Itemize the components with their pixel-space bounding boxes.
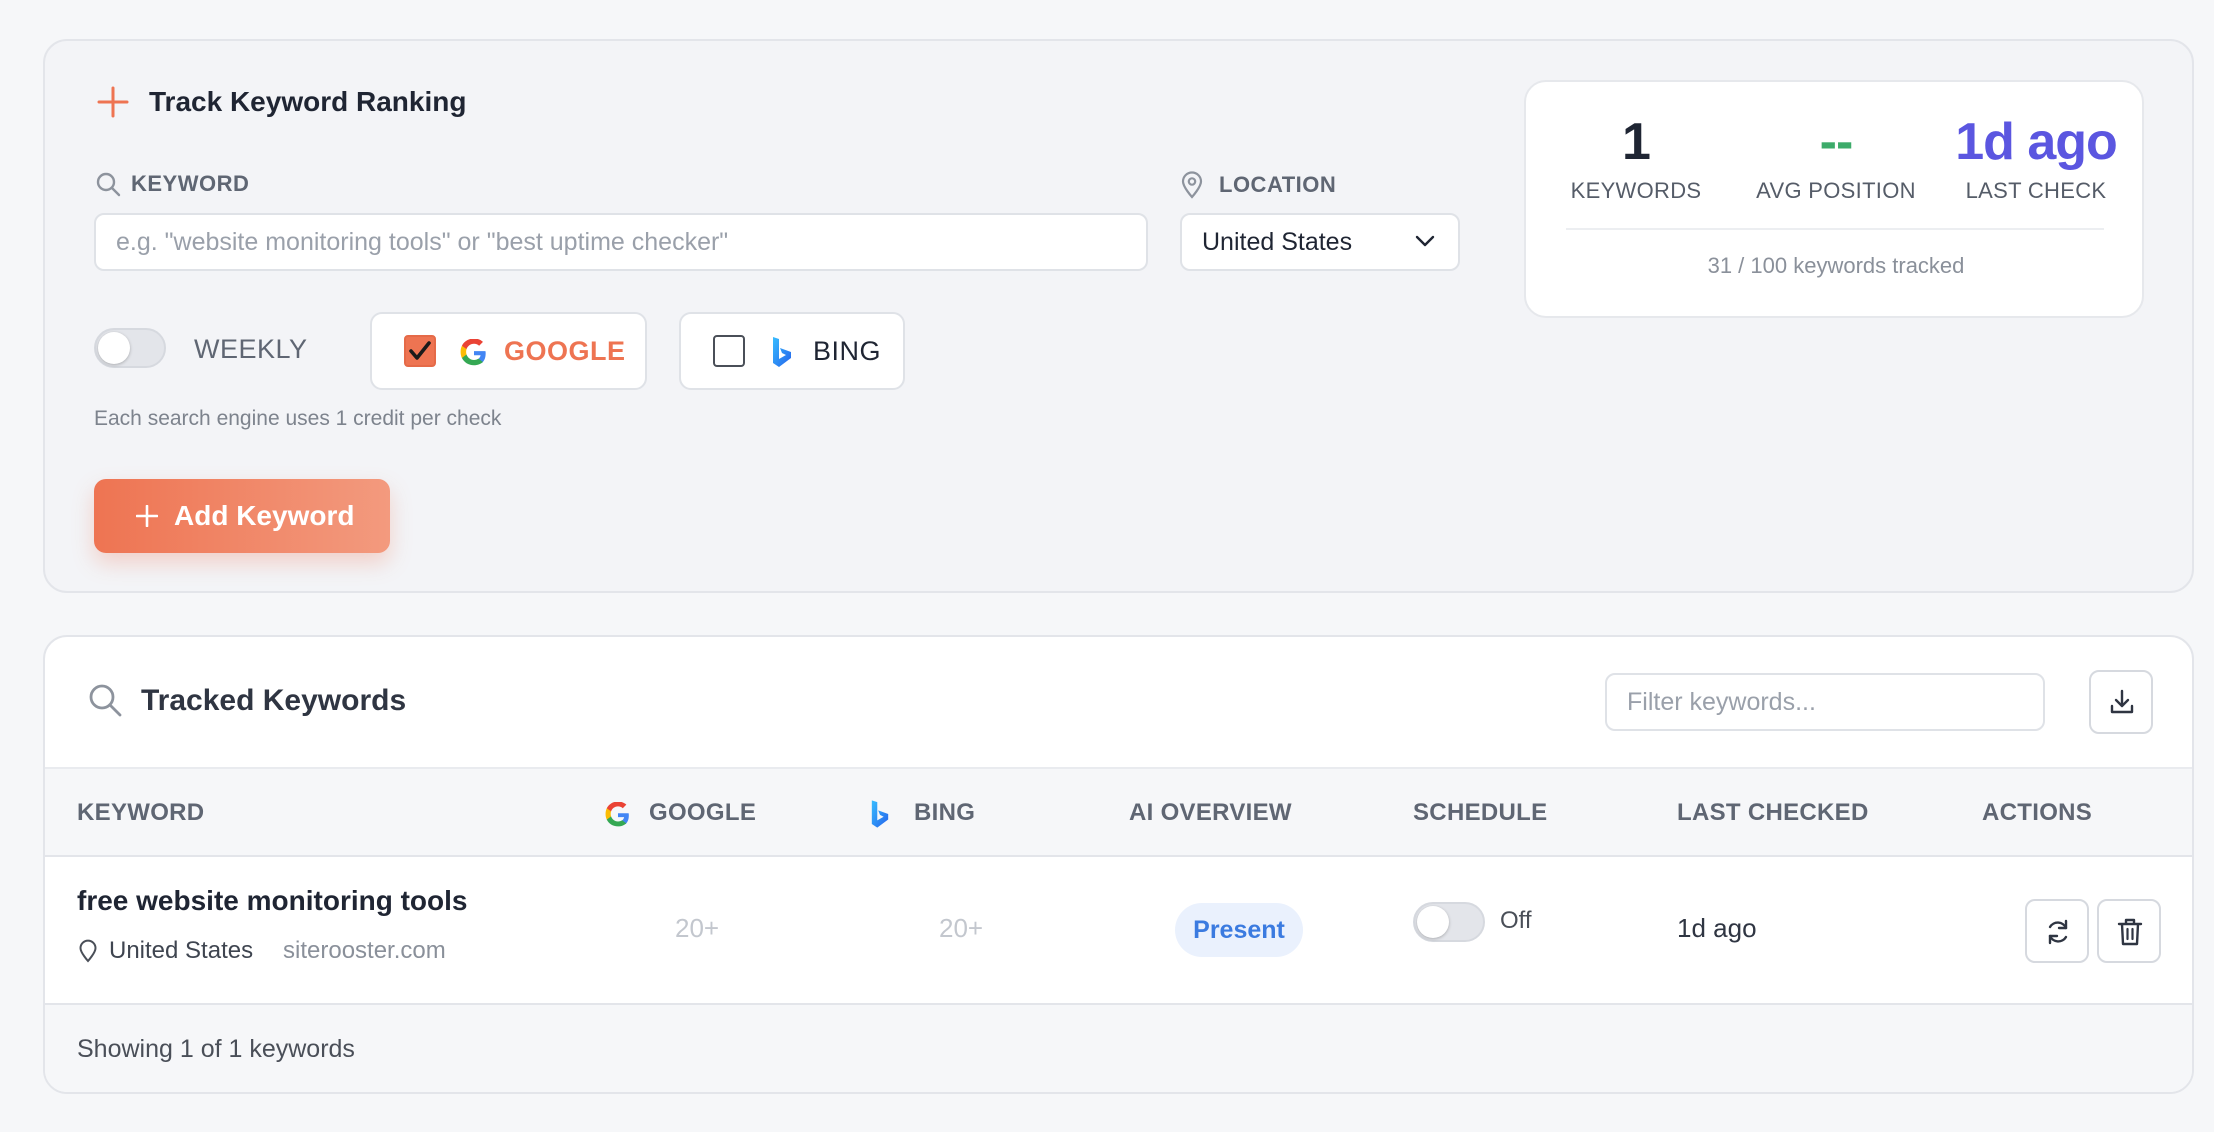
keyword-label: KEYWORD — [131, 171, 250, 196]
table-row: free website monitoring tools United Sta… — [45, 857, 2192, 1005]
avg-position-value: -- — [1819, 113, 1854, 171]
last-check-value: 1d ago — [1955, 113, 2118, 171]
schedule-status: Off — [1500, 907, 1532, 934]
credit-note: Each search engine uses 1 credit per che… — [94, 407, 502, 430]
bing-icon — [871, 800, 889, 828]
keywords-tracked: 31 / 100 keywords tracked — [1707, 253, 1965, 278]
bing-checkbox[interactable] — [713, 335, 745, 367]
track-keyword-card: Track Keyword Ranking KEYWORD e.g. "webs… — [43, 39, 2194, 593]
google-checkbox[interactable] — [404, 335, 436, 367]
weekly-label: WEEKLY — [194, 334, 308, 364]
avg-position-label: AVG POSITION — [1756, 178, 1916, 203]
row-keyword: free website monitoring tools — [77, 885, 468, 916]
download-button[interactable] — [2089, 670, 2153, 734]
search-icon — [96, 172, 121, 197]
bing-label: BING — [813, 336, 882, 366]
column-keyword: KEYWORD — [77, 799, 205, 826]
refresh-button[interactable] — [2025, 899, 2089, 963]
bing-icon — [773, 337, 791, 367]
bing-engine-option[interactable]: BING — [679, 312, 905, 390]
stats-divider — [1566, 228, 2104, 230]
location-pin-icon — [79, 939, 97, 963]
google-icon — [605, 802, 629, 827]
row-google-rank: 20+ — [675, 913, 720, 943]
keywords-count: 1 — [1622, 113, 1651, 171]
column-schedule: SCHEDULE — [1413, 799, 1548, 826]
weekly-toggle[interactable] — [94, 328, 166, 368]
refresh-icon — [2048, 919, 2068, 945]
table-footer: Showing 1 of 1 keywords — [45, 1005, 2192, 1092]
plus-icon — [97, 86, 129, 118]
location-label: LOCATION — [1219, 172, 1337, 197]
trash-icon — [2117, 918, 2143, 946]
checkmark-icon — [409, 341, 431, 360]
filter-keywords-input[interactable]: Filter keywords... — [1605, 673, 2045, 731]
search-icon — [89, 684, 122, 717]
row-location: United States — [109, 937, 254, 964]
tracked-keywords-title: Tracked Keywords — [141, 684, 407, 717]
google-engine-option[interactable]: GOOGLE — [370, 312, 647, 390]
last-check-label: LAST CHECK — [1965, 178, 2107, 203]
location-select-value: United States — [1202, 228, 1353, 256]
column-google: GOOGLE — [649, 799, 757, 826]
chevron-down-icon — [1415, 235, 1435, 247]
google-label: GOOGLE — [504, 336, 626, 366]
column-actions: ACTIONS — [1982, 799, 2093, 826]
schedule-toggle-knob — [1417, 906, 1449, 938]
showing-count: Showing 1 of 1 keywords — [77, 1035, 355, 1063]
row-last-checked: 1d ago — [1677, 913, 1757, 943]
add-keyword-button[interactable]: Add Keyword — [94, 479, 390, 553]
weekly-toggle-knob — [98, 332, 130, 364]
download-icon — [2110, 689, 2134, 714]
table-header: KEYWORD GOOGLE BING AI OVERVIEW SCHEDULE… — [45, 767, 2192, 857]
tracked-keywords-card: Tracked Keywords Filter keywords... KEYW… — [43, 635, 2194, 1094]
add-keyword-label: Add Keyword — [174, 500, 355, 531]
keyword-input[interactable]: e.g. "website monitoring tools" or "best… — [94, 213, 1148, 271]
google-icon — [460, 339, 486, 366]
column-bing: BING — [914, 799, 976, 826]
location-pin-icon — [1181, 171, 1203, 199]
keywords-label: KEYWORDS — [1570, 178, 1702, 203]
location-select[interactable]: United States — [1180, 213, 1460, 271]
row-domain: siterooster.com — [283, 937, 446, 964]
plus-icon — [136, 505, 158, 527]
ai-overview-badge: Present — [1175, 903, 1303, 957]
track-title: Track Keyword Ranking — [149, 86, 467, 117]
column-last-checked: LAST CHECKED — [1677, 799, 1869, 826]
row-bing-rank: 20+ — [939, 913, 984, 943]
schedule-toggle[interactable] — [1413, 902, 1485, 942]
delete-button[interactable] — [2097, 899, 2161, 963]
stats-card: 1 KEYWORDS -- AVG POSITION 1d ago LAST C… — [1524, 80, 2144, 318]
column-ai-overview: AI OVERVIEW — [1129, 799, 1292, 826]
